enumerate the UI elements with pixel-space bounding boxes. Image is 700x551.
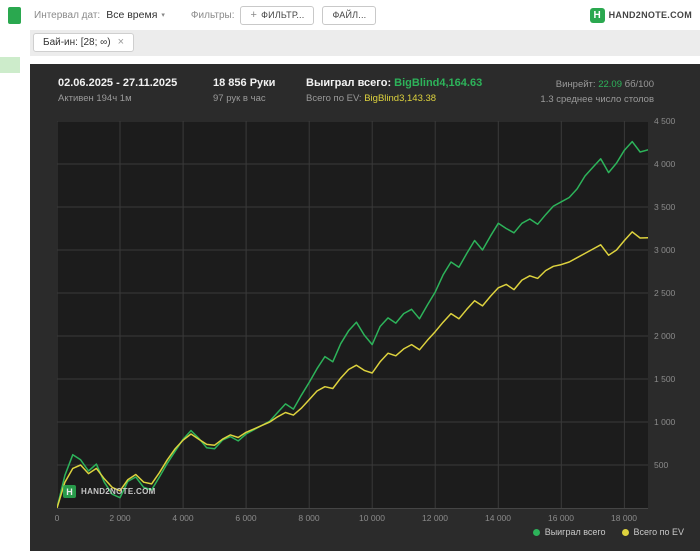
- top-toolbar: Интервал дат: Все время ▾ Фильтры: + ФИЛ…: [0, 0, 700, 30]
- x-axis-tick: 8 000: [298, 513, 320, 523]
- ev-total-value: BigBlind3,143.38: [364, 93, 437, 104]
- equity-chart-plot-area[interactable]: H HAND2NOTE.COM: [57, 121, 648, 509]
- chart-watermark: H HAND2NOTE.COM: [63, 485, 156, 498]
- winrate-line: Винрейт: 22.09 бб/100: [540, 79, 654, 90]
- y-axis-tick: 3 500: [654, 202, 676, 212]
- stat-date-range: 02.06.2025 - 27.11.2025 Активен 194ч 1м: [58, 77, 177, 104]
- x-axis: 0 2 000 4 000 6 000 8 000 10 000 12 000 14 000 1…: [54, 513, 648, 525]
- date-range-value: Все время: [106, 9, 158, 21]
- won-total-value: BigBlind4,164.63: [394, 77, 483, 89]
- legend-item[interactable]: Выиграл всего: [532, 527, 606, 537]
- plus-icon: +: [250, 8, 258, 21]
- y-axis-tick: 2 500: [654, 288, 676, 298]
- hand2note-logo-icon: H: [589, 7, 605, 23]
- filter-chip-label: Бай-ин: [28; ∞): [43, 37, 111, 48]
- hand2note-logo[interactable]: H HAND2NOTE.COM: [589, 7, 692, 23]
- filter-chip-buyin[interactable]: Бай-ин: [28; ∞) ×: [33, 33, 135, 52]
- y-axis-tick: 1 000: [654, 417, 676, 427]
- won-total-label: Выиграл всего:: [306, 77, 392, 89]
- stat-winnings: Выиграл всего: BigBlind4,164.63 Всего по…: [306, 77, 482, 104]
- sidebar-menu-icon[interactable]: [8, 7, 21, 24]
- y-axis-tick: 4 000: [654, 159, 676, 169]
- x-axis-tick: 10 000: [359, 513, 385, 523]
- legend-dot-icon: [532, 528, 540, 536]
- winrate-label: Винрейт:: [555, 79, 596, 90]
- x-axis-tick: 4 000: [172, 513, 194, 523]
- x-axis-tick: 12 000: [422, 513, 448, 523]
- x-axis-tick: 18 000: [611, 513, 637, 523]
- date-range-label: Интервал дат:: [34, 9, 101, 21]
- chart-legend: Выиграл всего Всего по EV: [532, 527, 684, 537]
- y-axis-tick: 2 000: [654, 331, 676, 341]
- hand2note-window: Интервал дат: Все время ▾ Фильтры: + ФИЛ…: [0, 0, 700, 551]
- chevron-down-icon: ▾: [161, 12, 165, 19]
- y-axis: 500 1 000 1 500 2 000 2 500 3 000 3 500 4 000 4 …: [654, 116, 698, 508]
- ev-total-label: Всего по EV:: [306, 93, 362, 104]
- hands-count-text: 18 856 Руки: [213, 77, 276, 89]
- y-axis-tick: 3 000: [654, 245, 676, 255]
- y-axis-tick: 500: [654, 460, 669, 470]
- y-axis-tick: 1 500: [654, 374, 676, 384]
- winrate-units: бб/100: [624, 79, 654, 90]
- hand2note-watermark-icon: H: [63, 485, 76, 498]
- toolbar-content: Интервал дат: Все время ▾ Фильтры: + ФИЛ…: [0, 5, 700, 25]
- avg-tables-text: 1.3 среднее число столов: [540, 94, 654, 105]
- legend-label: Всего по EV: [633, 527, 684, 537]
- x-axis-tick: 14 000: [485, 513, 511, 523]
- legend-item[interactable]: Всего по EV: [621, 527, 684, 537]
- file-button-label: ФАЙЛ...: [332, 10, 367, 20]
- active-time-text: Активен 194ч 1м: [58, 93, 132, 104]
- add-filter-button[interactable]: + ФИЛЬТР...: [240, 5, 315, 25]
- stat-hands: 18 856 Руки 97 рук в час: [213, 77, 275, 104]
- equity-chart[interactable]: [57, 121, 648, 508]
- results-panel: 02.06.2025 - 27.11.2025 Активен 194ч 1м …: [30, 64, 700, 551]
- filters-label: Фильтры:: [190, 9, 235, 21]
- date-range-text: 02.06.2025 - 27.11.2025: [58, 77, 178, 89]
- date-range-select[interactable]: Все время ▾: [106, 9, 165, 21]
- x-axis-tick: 0: [54, 513, 60, 523]
- close-icon[interactable]: ×: [118, 37, 124, 48]
- hands-per-hour-text: 97 рук в час: [213, 93, 266, 104]
- legend-dot-icon: [621, 528, 629, 536]
- filter-chip-row: Бай-ин: [28; ∞) ×: [30, 30, 700, 56]
- hand2note-watermark-text: HAND2NOTE.COM: [81, 487, 156, 496]
- sidebar-active-item[interactable]: [0, 57, 20, 73]
- add-filter-button-label: ФИЛЬТР...: [261, 10, 305, 20]
- won-total-line: Выиграл всего: BigBlind4,164.63: [306, 77, 482, 89]
- x-axis-tick: 6 000: [235, 513, 257, 523]
- winrate-value: 22.09: [598, 79, 622, 90]
- stat-winrate: Винрейт: 22.09 бб/100 1.3 среднее число …: [540, 79, 654, 105]
- y-axis-tick: 4 500: [654, 116, 676, 126]
- x-axis-tick: 16 000: [548, 513, 574, 523]
- legend-label: Выиграл всего: [544, 527, 606, 537]
- ev-total-line: Всего по EV: BigBlind3,143.38: [306, 93, 482, 104]
- file-button[interactable]: ФАЙЛ...: [322, 5, 377, 25]
- x-axis-tick: 2 000: [109, 513, 131, 523]
- hand2note-logo-text: HAND2NOTE.COM: [608, 10, 692, 20]
